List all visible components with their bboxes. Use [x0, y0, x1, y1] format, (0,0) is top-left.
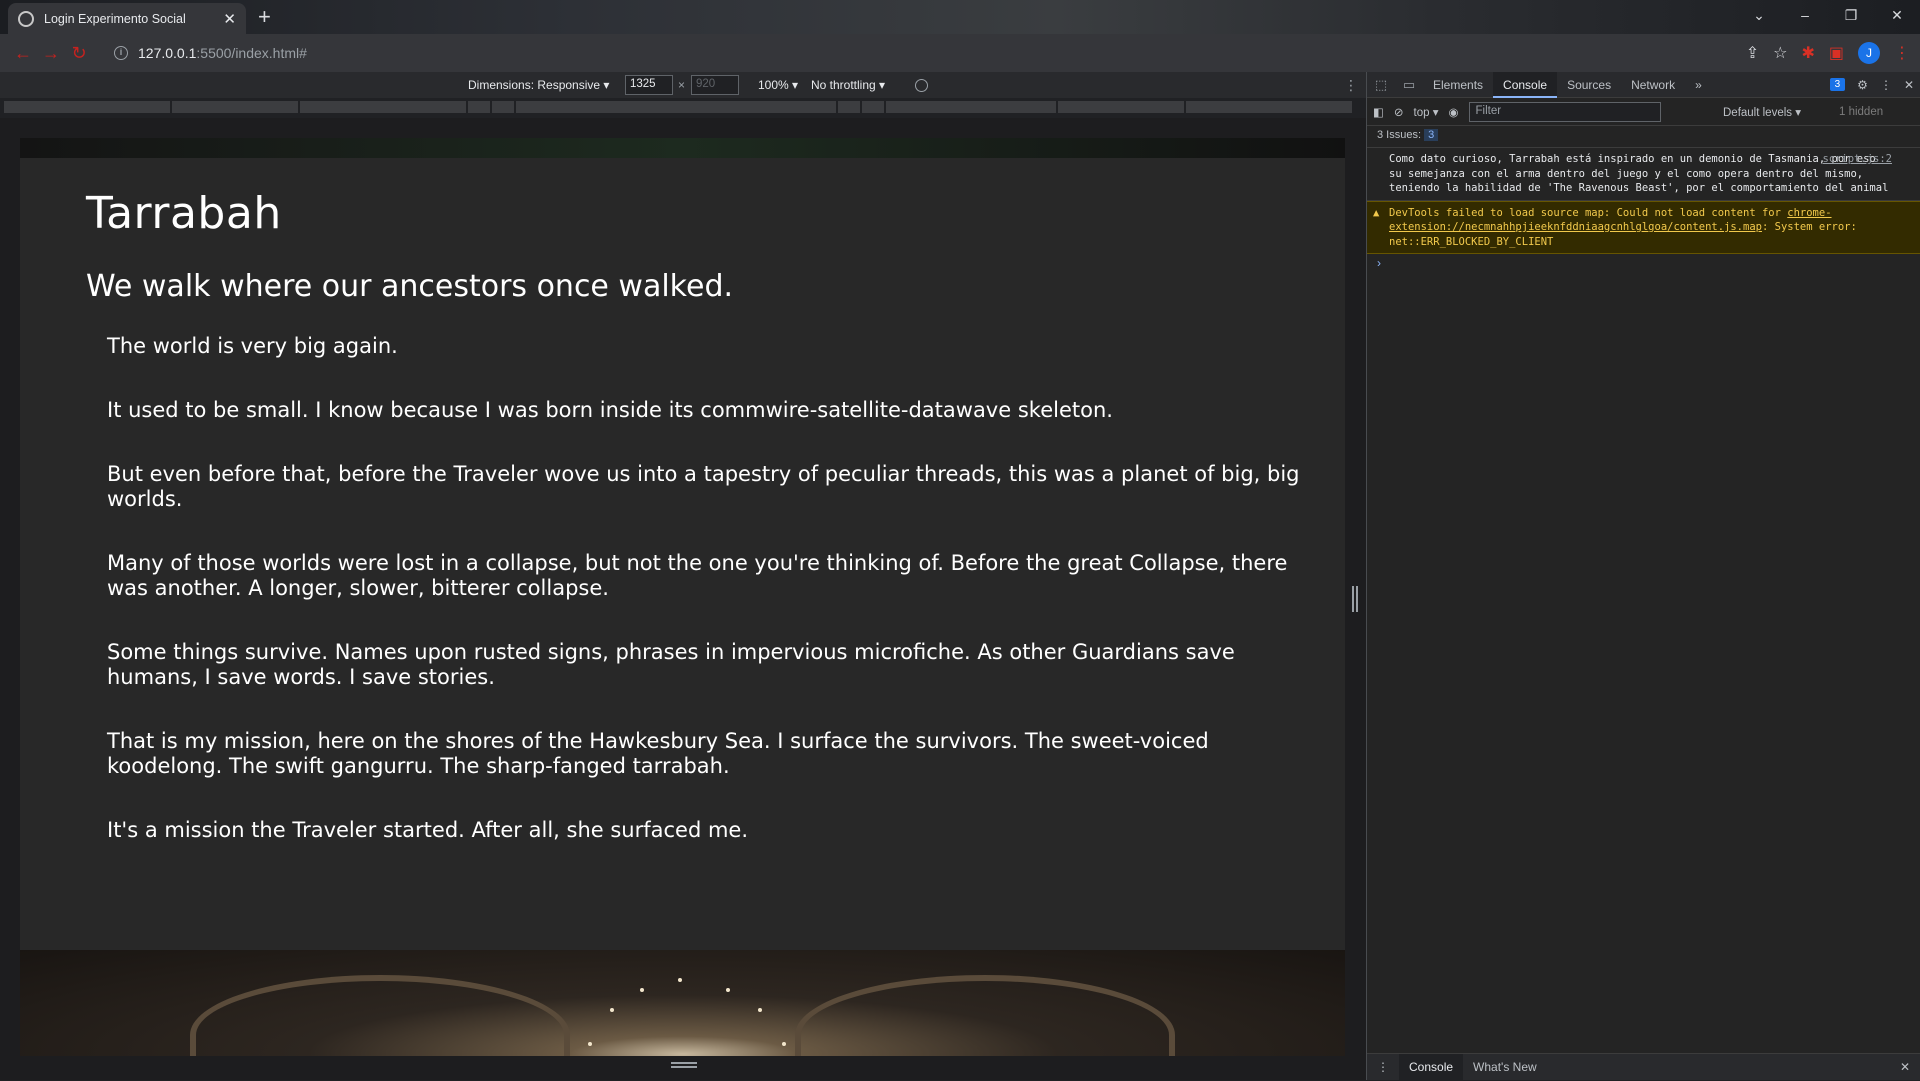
more-tabs-button[interactable]: » — [1685, 72, 1712, 98]
page-title: Tarrabah — [86, 188, 282, 239]
rotate-icon[interactable] — [915, 78, 928, 92]
paragraph: Many of those worlds were lost in a coll… — [107, 551, 1288, 600]
drawer-menu-icon[interactable]: ⋮ — [1367, 1054, 1399, 1081]
browser-toolbar: ← → ↻ i 127.0.0.1 :5500/index.html# ⇪ ☆ … — [0, 34, 1920, 72]
devtools-actions: 3 ⚙ ⋮ ✕ — [1829, 78, 1914, 92]
tab-strip: Login Experimento Social ✕ + ⌄ – ❐ ✕ — [0, 0, 1920, 34]
tab-sources[interactable]: Sources — [1557, 72, 1621, 98]
log-levels-select[interactable]: Default levels ▾ — [1723, 105, 1801, 119]
hall-image — [20, 950, 1345, 1056]
paragraph: The world is very big again. — [107, 334, 398, 358]
devtools-panel: ⬚ ▭ Elements Console Sources Network » 3… — [1366, 71, 1920, 1081]
paragraph: But even before that, before the Travele… — [107, 462, 1300, 511]
tab-close-button[interactable]: ✕ — [223, 10, 236, 28]
browser-tab[interactable]: Login Experimento Social ✕ — [8, 3, 246, 34]
reload-button[interactable]: ↻ — [66, 43, 92, 64]
device-toggle-icon[interactable]: ▭ — [1395, 77, 1423, 93]
times-sign: × — [678, 78, 686, 92]
address-bar[interactable]: i 127.0.0.1 :5500/index.html# — [114, 45, 307, 61]
live-expression-eye-icon[interactable]: ◉ — [1448, 105, 1458, 119]
device-toolbar: Dimensions: Responsive ▾ 1325 × 920 100%… — [0, 72, 1366, 98]
issues-label: 3 Issues: — [1377, 129, 1422, 141]
device-viewport: Tarrabah We walk where our ancestors onc… — [0, 118, 1366, 1080]
new-tab-button[interactable]: + — [258, 4, 271, 30]
console-log-message: Como dato curioso, Tarrabah está inspira… — [1367, 148, 1920, 201]
dimensions-select[interactable]: Dimensions: Responsive ▾ — [468, 78, 609, 92]
resize-handle-bottom[interactable] — [671, 1062, 697, 1068]
clear-console-icon[interactable]: ⊘ — [1394, 105, 1404, 119]
devtools-menu-icon[interactable]: ⋮ — [1880, 78, 1892, 92]
inspect-element-icon[interactable]: ⬚ — [1367, 77, 1395, 93]
tab-console[interactable]: Console — [1493, 71, 1558, 98]
issues-badge[interactable]: 3 — [1829, 78, 1846, 91]
page-content: Tarrabah We walk where our ancestors onc… — [86, 188, 1315, 882]
console-warning-message: ▲ DevTools failed to load source map: Co… — [1367, 200, 1920, 254]
sidebar-toggle-icon[interactable]: ◧ — [1373, 105, 1384, 119]
zoom-select[interactable]: 100% ▾ — [758, 78, 798, 92]
drawer-tab-whats-new[interactable]: What's New — [1463, 1054, 1547, 1081]
settings-gear-icon[interactable]: ⚙ — [1857, 78, 1868, 92]
bookmark-star-icon[interactable]: ☆ — [1773, 43, 1787, 63]
paragraph: It used to be small. I know because I wa… — [107, 398, 1113, 422]
url-host: 127.0.0.1 — [138, 45, 197, 61]
issues-bar[interactable]: 3 Issues: 3 — [1367, 126, 1920, 148]
console-filter-bar: ◧ ⊘ top ▾ ◉ Filter Default levels ▾ 1 hi… — [1367, 98, 1920, 126]
paragraph: It's a mission the Traveler started. Aft… — [107, 818, 749, 842]
forward-button[interactable]: → — [38, 43, 64, 64]
log-source-link[interactable]: script.js:2 — [1822, 152, 1892, 167]
url-path: :5500/index.html# — [196, 45, 307, 61]
media-query-bar[interactable] — [0, 98, 1366, 118]
page-subtitle: We walk where our ancestors once walked. — [86, 269, 734, 304]
devtools-drawer: ⋮ Console What's New ✕ — [1367, 1053, 1920, 1081]
globe-icon — [18, 10, 34, 27]
extension-icon[interactable]: ▣ — [1829, 43, 1844, 63]
share-icon[interactable]: ⇪ — [1746, 43, 1759, 63]
drawer-close-icon[interactable]: ✕ — [1900, 1060, 1910, 1074]
tab-search-button[interactable]: ⌄ — [1736, 0, 1782, 30]
tab-network[interactable]: Network — [1621, 72, 1685, 98]
minimize-button[interactable]: – — [1782, 0, 1828, 30]
resize-handle-right[interactable] — [1352, 586, 1358, 612]
window-controls: ⌄ – ❐ ✕ — [1736, 0, 1920, 30]
log-text: Como dato curioso, Tarrabah está inspira… — [1389, 153, 1889, 194]
more-options-icon[interactable]: ⋮ — [1344, 77, 1358, 94]
back-button[interactable]: ← — [10, 43, 36, 64]
profile-avatar[interactable]: J — [1858, 42, 1880, 64]
tab-elements[interactable]: Elements — [1423, 72, 1493, 98]
web-page: Tarrabah We walk where our ancestors onc… — [20, 138, 1345, 1056]
width-input[interactable]: 1325 — [625, 75, 673, 95]
hidden-count: 1 hidden — [1839, 105, 1884, 118]
warn-text-prefix: DevTools failed to load source map: Coul… — [1389, 206, 1788, 219]
context-select[interactable]: top ▾ — [1414, 105, 1439, 119]
issues-count-badge[interactable]: 3 — [1424, 129, 1439, 141]
height-input[interactable]: 920 — [691, 75, 739, 95]
devtools-tabbar: ⬚ ▭ Elements Console Sources Network » 3… — [1367, 71, 1920, 98]
drawer-tab-console[interactable]: Console — [1399, 1053, 1464, 1081]
menu-kebab-icon[interactable]: ⋮ — [1894, 43, 1910, 63]
close-window-button[interactable]: ✕ — [1874, 0, 1920, 30]
header-image — [20, 138, 1345, 158]
restore-button[interactable]: ❐ — [1828, 0, 1874, 30]
paragraph: Some things survive. Names upon rusted s… — [107, 640, 1235, 689]
warning-icon: ▲ — [1373, 206, 1380, 219]
close-devtools-icon[interactable]: ✕ — [1904, 78, 1914, 92]
toolbar-actions: ⇪ ☆ ✱ ▣ J ⋮ — [1746, 42, 1910, 64]
paragraph: That is my mission, here on the shores o… — [107, 729, 1209, 778]
console-prompt[interactable]: › — [1367, 254, 1920, 272]
filter-input[interactable]: Filter — [1468, 101, 1661, 122]
throttling-select[interactable]: No throttling ▾ — [811, 78, 885, 92]
tab-title: Login Experimento Social — [44, 11, 186, 26]
extension-puzzle-icon[interactable]: ✱ — [1801, 43, 1814, 63]
site-info-icon[interactable]: i — [114, 46, 128, 60]
